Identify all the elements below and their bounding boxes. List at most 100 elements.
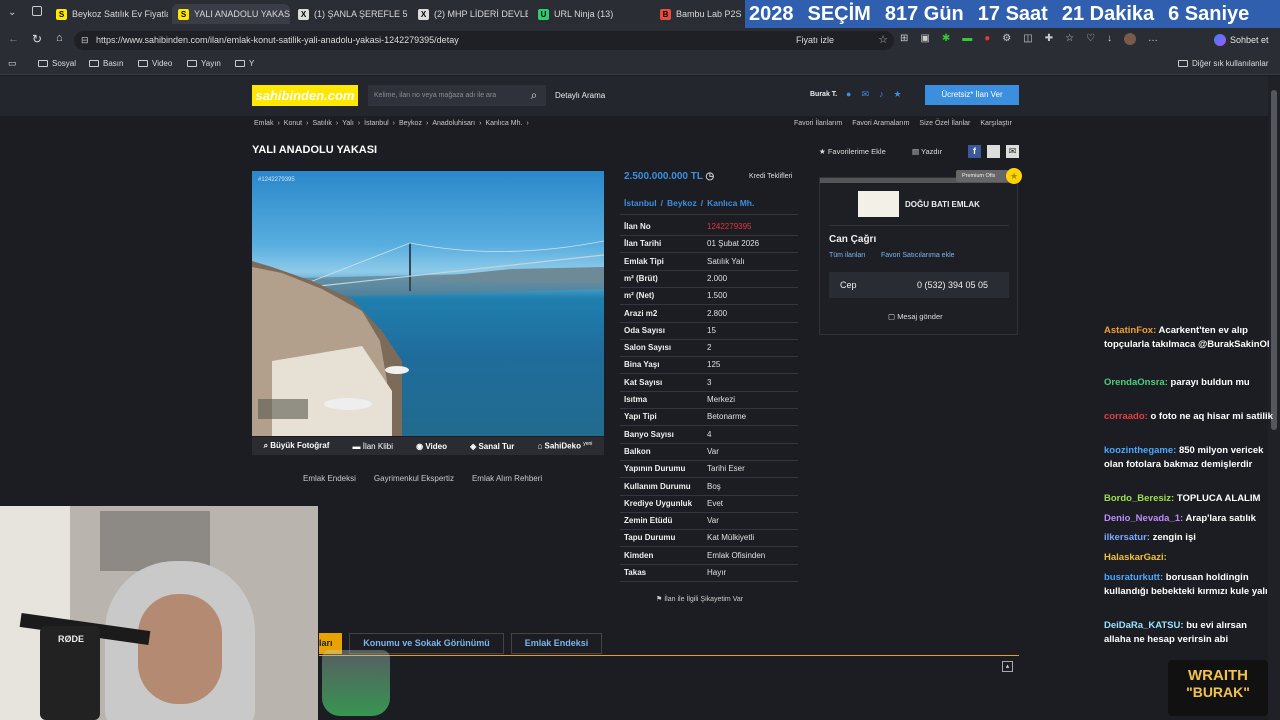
favorite-listings-link[interactable]: Favori İlanlarım xyxy=(794,120,842,127)
downloads-icon[interactable]: ↓ xyxy=(1107,33,1112,47)
extension-icon[interactable]: ▬ xyxy=(962,33,972,47)
bookmark-sosyal[interactable]: Sosyal xyxy=(38,59,76,68)
share-email-icon[interactable]: ✉ xyxy=(1006,145,1019,158)
tab-5[interactable]: U URL Ninja (13) xyxy=(538,4,638,24)
copilot-button[interactable]: Sohbet et xyxy=(1214,31,1269,49)
emlak-endeksi-tab[interactable]: Emlak Endeksi xyxy=(511,633,602,654)
bookmark-video[interactable]: Video xyxy=(138,59,172,68)
share-facebook-icon[interactable]: f xyxy=(968,145,981,158)
history-icon[interactable]: ◷ xyxy=(706,171,715,182)
bookmarks-menu-icon[interactable]: ▭ xyxy=(8,58,17,69)
workspaces-icon[interactable] xyxy=(32,6,42,16)
sahideko-tab[interactable]: ⌂ SahiDeko yeni xyxy=(537,441,592,451)
detailed-search-link[interactable]: Detaylı Arama xyxy=(555,91,605,100)
chat-username[interactable]: HalaskarGazi: xyxy=(1104,552,1167,563)
chat-username[interactable]: ilkersatur: xyxy=(1104,532,1150,543)
site-logo[interactable]: sahibinden.com xyxy=(252,85,358,106)
bookmark-yayin[interactable]: Yayın xyxy=(187,59,221,68)
share-x-icon[interactable] xyxy=(987,145,1000,158)
site-info-icon[interactable]: ⊟ xyxy=(81,31,89,50)
listing-photo[interactable]: #1242279395 xyxy=(252,171,604,436)
chat-username[interactable]: OrendaOnsra: xyxy=(1104,377,1168,388)
extensions-icon[interactable]: ✚ xyxy=(1045,33,1053,47)
split-screen-icon[interactable]: ◫ xyxy=(1023,33,1032,47)
all-listings-link[interactable]: Tüm ilanları xyxy=(829,252,866,259)
tab-6[interactable]: B Bambu Lab P2S 3D xyxy=(660,4,744,24)
user-menu[interactable]: Burak T. xyxy=(810,91,837,98)
chat-username[interactable]: Bordo_Beresiz: xyxy=(1104,493,1174,504)
office-logo[interactable] xyxy=(858,191,899,217)
detail-value: 2.000 xyxy=(707,273,728,283)
tab-2-active[interactable]: S YALI ANADOLU YAKASI ✕ xyxy=(172,4,290,24)
back-icon[interactable]: ← xyxy=(8,33,19,45)
notification-icon[interactable]: ● xyxy=(846,89,851,100)
tab-menu-chevron-icon[interactable]: ⌄ xyxy=(8,7,16,18)
post-ad-button[interactable]: Ücretsiz* İlan Ver xyxy=(925,85,1019,105)
message-icon[interactable]: ✉ xyxy=(861,89,869,100)
search-button[interactable]: ⌕ xyxy=(522,85,546,106)
breadcrumb-item[interactable]: Emlak xyxy=(254,120,273,127)
special-listings-link[interactable]: Size Özel İlanlar xyxy=(919,120,970,127)
breadcrumb-item[interactable]: Anadoluhisarı xyxy=(432,120,475,127)
detail-value: Betonarme xyxy=(707,412,747,422)
extension-icon[interactable]: ⊞ xyxy=(900,33,908,47)
location-city[interactable]: İstanbul xyxy=(624,198,657,208)
star-icon[interactable]: ★ xyxy=(893,89,901,100)
virtual-tour-tab[interactable]: ◈ Sanal Tur xyxy=(470,442,514,451)
print-button[interactable]: ▤ Yazdır xyxy=(912,147,942,156)
location-district[interactable]: Beykoz xyxy=(667,198,697,208)
breadcrumb-item[interactable]: İstanbul xyxy=(364,120,389,127)
ekspertiz-link[interactable]: Gayrimenkul Ekspertiz xyxy=(374,474,454,483)
add-favorite-seller-link[interactable]: Favori Satıcılarıma ekle xyxy=(881,252,955,259)
breadcrumb-item[interactable]: Yalı xyxy=(342,120,354,127)
bookmark-y[interactable]: Y xyxy=(235,59,254,68)
tab-4[interactable]: X (2) MHP LİDERİ DEVLET xyxy=(418,4,528,24)
video-tab[interactable]: ◉ Video xyxy=(416,442,447,451)
favorite-searches-link[interactable]: Favori Aramalarım xyxy=(852,120,909,127)
chat-message: DeiDaRa_KATSU: bu evi alırsan allaha ne … xyxy=(1104,619,1274,647)
extension-icon[interactable]: ▣ xyxy=(920,33,929,47)
office-name[interactable]: DOĞU BATI EMLAK xyxy=(905,200,980,209)
divider xyxy=(620,269,798,271)
avatar[interactable] xyxy=(1124,33,1137,45)
chat-username[interactable]: corraado: xyxy=(1104,411,1148,422)
extension-icon[interactable]: ● xyxy=(984,33,990,47)
chat-username[interactable]: AstatinFox: xyxy=(1104,325,1156,336)
breadcrumb-item[interactable]: Beykoz xyxy=(399,120,422,127)
chat-username[interactable]: busraturkutt: xyxy=(1104,572,1163,583)
home-icon[interactable]: ⌂ xyxy=(56,32,63,44)
complaint-link[interactable]: ⚑ İlan ile İlgili Şikayetim Var xyxy=(656,595,743,603)
extension-icon[interactable]: ⚙ xyxy=(1002,33,1011,47)
chat-username[interactable]: koozinthegame: xyxy=(1104,445,1176,456)
breadcrumb-item[interactable]: Kanlıca Mh. xyxy=(485,120,522,127)
add-favorite-button[interactable]: ★ Favorilerime Ekle xyxy=(819,147,886,156)
more-menu-icon[interactable]: … xyxy=(1148,33,1158,47)
large-photo-tab[interactable]: ⌕ Büyük Fotoğraf xyxy=(264,441,330,451)
chat-username[interactable]: DeiDaRa_KATSU: xyxy=(1104,620,1184,631)
price-watch-label[interactable]: Fiyatı izle xyxy=(796,31,834,50)
compare-link[interactable]: Karşılaştır xyxy=(980,120,1012,127)
emlak-endeksi-link[interactable]: Emlak Endeksi xyxy=(303,474,356,483)
tab-1[interactable]: S Beykoz Satılık Ev Fiyatla xyxy=(56,4,168,24)
listing-clip-tab[interactable]: ▬ İlan Klibi xyxy=(353,442,393,451)
breadcrumb-item[interactable]: Konut xyxy=(284,120,302,127)
credit-offers-link[interactable]: Kredi Teklifleri xyxy=(749,173,792,180)
bell-icon[interactable]: ♪ xyxy=(879,89,884,100)
collections-icon[interactable]: ♡ xyxy=(1086,33,1095,47)
favorites-icon[interactable]: ☆ xyxy=(1065,33,1074,47)
tab-3[interactable]: X (1) ŞANLA ŞEREFLE 57. xyxy=(298,4,408,24)
location-neighborhood[interactable]: Kanlıca Mh. xyxy=(707,198,754,208)
star-icon[interactable]: ☆ xyxy=(878,31,888,50)
bookmark-basin[interactable]: Basın xyxy=(89,59,123,68)
purchase-guide-link[interactable]: Emlak Alım Rehberi xyxy=(472,474,542,483)
reload-icon[interactable]: ↻ xyxy=(32,32,42,46)
collapse-icon[interactable]: ▴ xyxy=(1002,661,1013,672)
url-input[interactable]: ⊟ https://www.sahibinden.com/ilan/emlak-… xyxy=(74,31,894,50)
breadcrumb-item[interactable]: Satılık xyxy=(312,120,331,127)
search-input[interactable]: Kelime, ilan no veya mağaza adı ile ara xyxy=(368,85,546,106)
phone-number[interactable]: 0 (532) 394 05 05 xyxy=(917,280,988,290)
send-message-link[interactable]: ▢ Mesaj gönder xyxy=(888,312,943,321)
chat-username[interactable]: Denio_Nevada_1: xyxy=(1104,513,1183,524)
bookmark-other[interactable]: Diğer sık kullanılanlar xyxy=(1178,59,1268,68)
extension-icon[interactable]: ✱ xyxy=(942,33,950,47)
